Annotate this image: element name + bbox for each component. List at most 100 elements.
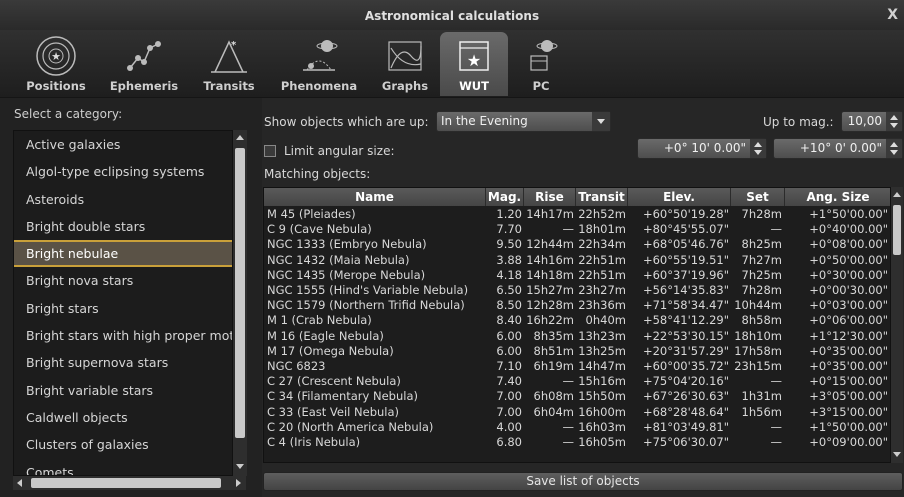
table-row[interactable]: NGC 1435 (Merope Nebula) 4.18 14h18m 22h51m… xyxy=(264,268,890,283)
max-angular-size-spinbox[interactable]: +10° 0' 0.00" xyxy=(773,138,903,159)
table-cell: +0°35'00.00" xyxy=(809,343,888,358)
scrollbar-thumb[interactable] xyxy=(31,478,221,488)
table-cell: 16h05m xyxy=(578,435,626,449)
table-cell: +75°04'20.16" xyxy=(642,374,729,389)
category-vertical-scrollbar[interactable] xyxy=(233,130,247,476)
table-cell: C 33 (East Veil Nebula) xyxy=(267,404,400,419)
table-cell: +81°03'49.81" xyxy=(642,419,729,434)
table-cell: +80°45'55.07" xyxy=(642,222,729,237)
table-cell: 6h08m xyxy=(533,389,574,404)
column-header-name[interactable]: Name xyxy=(264,188,486,206)
table-row[interactable]: M 17 (Omega Nebula) 6.00 8h51m 13h25m +20°31… xyxy=(264,343,890,359)
category-item-selected[interactable]: Bright nebulae xyxy=(14,240,232,268)
table-cell: — xyxy=(770,435,783,449)
limit-size-label: Limit angular size: xyxy=(284,144,395,158)
column-header-mag[interactable]: Mag. xyxy=(486,188,524,206)
table-cell: 7.10 xyxy=(496,359,522,373)
column-header-set[interactable]: Set xyxy=(731,188,785,206)
table-vertical-scrollbar[interactable] xyxy=(891,187,903,463)
time-of-day-select[interactable]: In the Evening xyxy=(436,111,611,132)
column-header-ang-size[interactable]: Ang. Size xyxy=(785,188,890,206)
table-cell: — xyxy=(770,374,783,389)
category-item[interactable]: Bright stars xyxy=(14,295,232,322)
category-item[interactable]: Bright stars with high proper motion xyxy=(14,322,232,349)
category-list[interactable]: Active galaxies Algol-type eclipsing sys… xyxy=(13,130,233,476)
scrollbar-thumb[interactable] xyxy=(235,148,245,438)
column-header-elev[interactable]: Elev. xyxy=(628,188,731,206)
window-title: Astronomical calculations xyxy=(364,9,540,23)
table-cell: 14h16m xyxy=(526,252,574,267)
category-item[interactable]: Clusters of galaxies xyxy=(14,431,232,458)
table-row[interactable]: C 4 (Iris Nebula) 6.80—16h05m +75°06'30.07… xyxy=(264,435,890,450)
category-item[interactable]: Algol-type eclipsing systems xyxy=(14,158,232,185)
table-row[interactable]: NGC 1579 (Northern Trifid Nebula) 8.50 12h… xyxy=(264,298,890,313)
table-cell: NGC 6823 xyxy=(267,359,326,373)
scroll-down-icon[interactable] xyxy=(236,464,244,469)
max-angular-size-value: +10° 0' 0.00" xyxy=(799,141,882,155)
category-item[interactable]: Active galaxies xyxy=(14,131,232,158)
stepper-icon[interactable] xyxy=(886,112,902,131)
table-cell: C 20 (North America Nebula) xyxy=(267,419,434,434)
table-row[interactable]: NGC 1432 (Maia Nebula) 3.88 14h16m 22h51m +6… xyxy=(264,252,890,268)
table-cell: — xyxy=(562,374,575,389)
table-cell: +3°15'00.00" xyxy=(809,404,888,419)
graphs-icon xyxy=(388,41,422,71)
save-list-button[interactable]: Save list of objects xyxy=(263,472,903,491)
table-cell: +68°05'46.76" xyxy=(642,237,729,252)
table-row[interactable]: M 45 (Pleiades) 1.20 14h17m 22h52m +60°50'19… xyxy=(264,207,890,222)
table-cell: 18h10m xyxy=(734,328,782,343)
scroll-right-icon[interactable] xyxy=(236,479,241,487)
category-horizontal-scrollbar[interactable] xyxy=(13,476,246,490)
table-cell: C 27 (Crescent Nebula) xyxy=(267,374,401,389)
tab-pc[interactable]: PC xyxy=(516,32,566,96)
table-cell: 7.00 xyxy=(496,404,522,419)
table-row[interactable]: C 34 (Filamentary Nebula) 7.00 6h08m 15h50m… xyxy=(264,389,890,404)
table-cell: 16h03m xyxy=(578,419,626,434)
limit-size-checkbox[interactable] xyxy=(264,145,276,157)
category-item[interactable]: Bright supernova stars xyxy=(14,349,232,376)
category-item[interactable]: Bright variable stars xyxy=(14,377,232,404)
category-item[interactable]: Comets xyxy=(14,459,232,475)
table-row[interactable]: NGC 1555 (Hind's Variable Nebula) 6.50 15h… xyxy=(264,283,890,298)
chevron-down-icon[interactable] xyxy=(592,112,610,131)
column-header-transit[interactable]: Transit xyxy=(576,188,628,206)
tab-graphs[interactable]: Graphs xyxy=(376,32,434,96)
table-row[interactable]: C 27 (Crescent Nebula) 7.40—15h16m +75°04'… xyxy=(264,374,890,389)
column-header-rise[interactable]: Rise xyxy=(524,188,576,206)
stepper-icon[interactable] xyxy=(750,139,766,158)
category-item[interactable]: Bright nova stars xyxy=(14,267,232,294)
table-row[interactable]: C 33 (East Veil Nebula) 7.00 6h04m 16h00m +6… xyxy=(264,404,890,420)
table-cell: — xyxy=(770,419,783,434)
scrollbar-thumb[interactable] xyxy=(893,205,901,255)
min-angular-size-spinbox[interactable]: +0° 10' 0.00" xyxy=(637,138,767,159)
table-cell: 6h04m xyxy=(533,404,574,419)
category-item[interactable]: Bright double stars xyxy=(14,213,232,240)
close-icon[interactable]: X xyxy=(887,7,898,23)
table-row[interactable]: C 9 (Cave Nebula) 7.70—18h01m +80°45'55.07… xyxy=(264,222,890,237)
table-cell: 18h01m xyxy=(578,222,626,237)
tab-positions[interactable]: ★ Positions xyxy=(20,32,92,96)
scroll-up-icon[interactable] xyxy=(236,135,244,140)
table-row[interactable]: NGC 6823 7.10 6h19m 14h47m +60°00'35.72" 23h1… xyxy=(264,359,890,374)
objects-table[interactable]: Name Mag. Rise Transit Elev. Set Ang. Si… xyxy=(263,187,891,463)
magnitude-spinbox[interactable]: 10,00 xyxy=(841,111,903,132)
table-row[interactable]: C 20 (North America Nebula) 4.00—16h03m +8… xyxy=(264,419,890,435)
table-row[interactable]: M 1 (Crab Nebula) 8.40 16h22m 0h40m +58°41'1… xyxy=(264,313,890,328)
astronomical-calculations-window: Astronomical calculations X ★ Positions … xyxy=(0,0,904,497)
scroll-down-icon[interactable] xyxy=(893,452,901,457)
table-cell: M 17 (Omega Nebula) xyxy=(267,343,394,358)
category-item[interactable]: Asteroids xyxy=(14,186,232,213)
scroll-left-icon[interactable] xyxy=(17,479,22,487)
table-row[interactable]: NGC 1333 (Embryo Nebula) 9.50 12h44m 22h34m… xyxy=(264,237,890,252)
tab-phenomena[interactable]: Phenomena xyxy=(274,32,364,96)
stepper-icon[interactable] xyxy=(886,139,902,158)
table-cell: M 1 (Crab Nebula) xyxy=(267,313,372,328)
category-item[interactable]: Caldwell objects xyxy=(14,404,232,431)
tab-transits[interactable]: * Transits xyxy=(198,32,260,96)
tab-wut[interactable]: ★ WUT xyxy=(440,32,508,96)
table-cell: +0°40'00.00" xyxy=(809,222,888,237)
table-row[interactable]: M 16 (Eagle Nebula) 6.00 8h35m 13h23m +22°53… xyxy=(264,328,890,344)
tab-ephemeris[interactable]: Ephemeris xyxy=(104,32,184,96)
table-cell: 22h52m xyxy=(578,207,626,221)
scroll-up-icon[interactable] xyxy=(893,192,901,197)
